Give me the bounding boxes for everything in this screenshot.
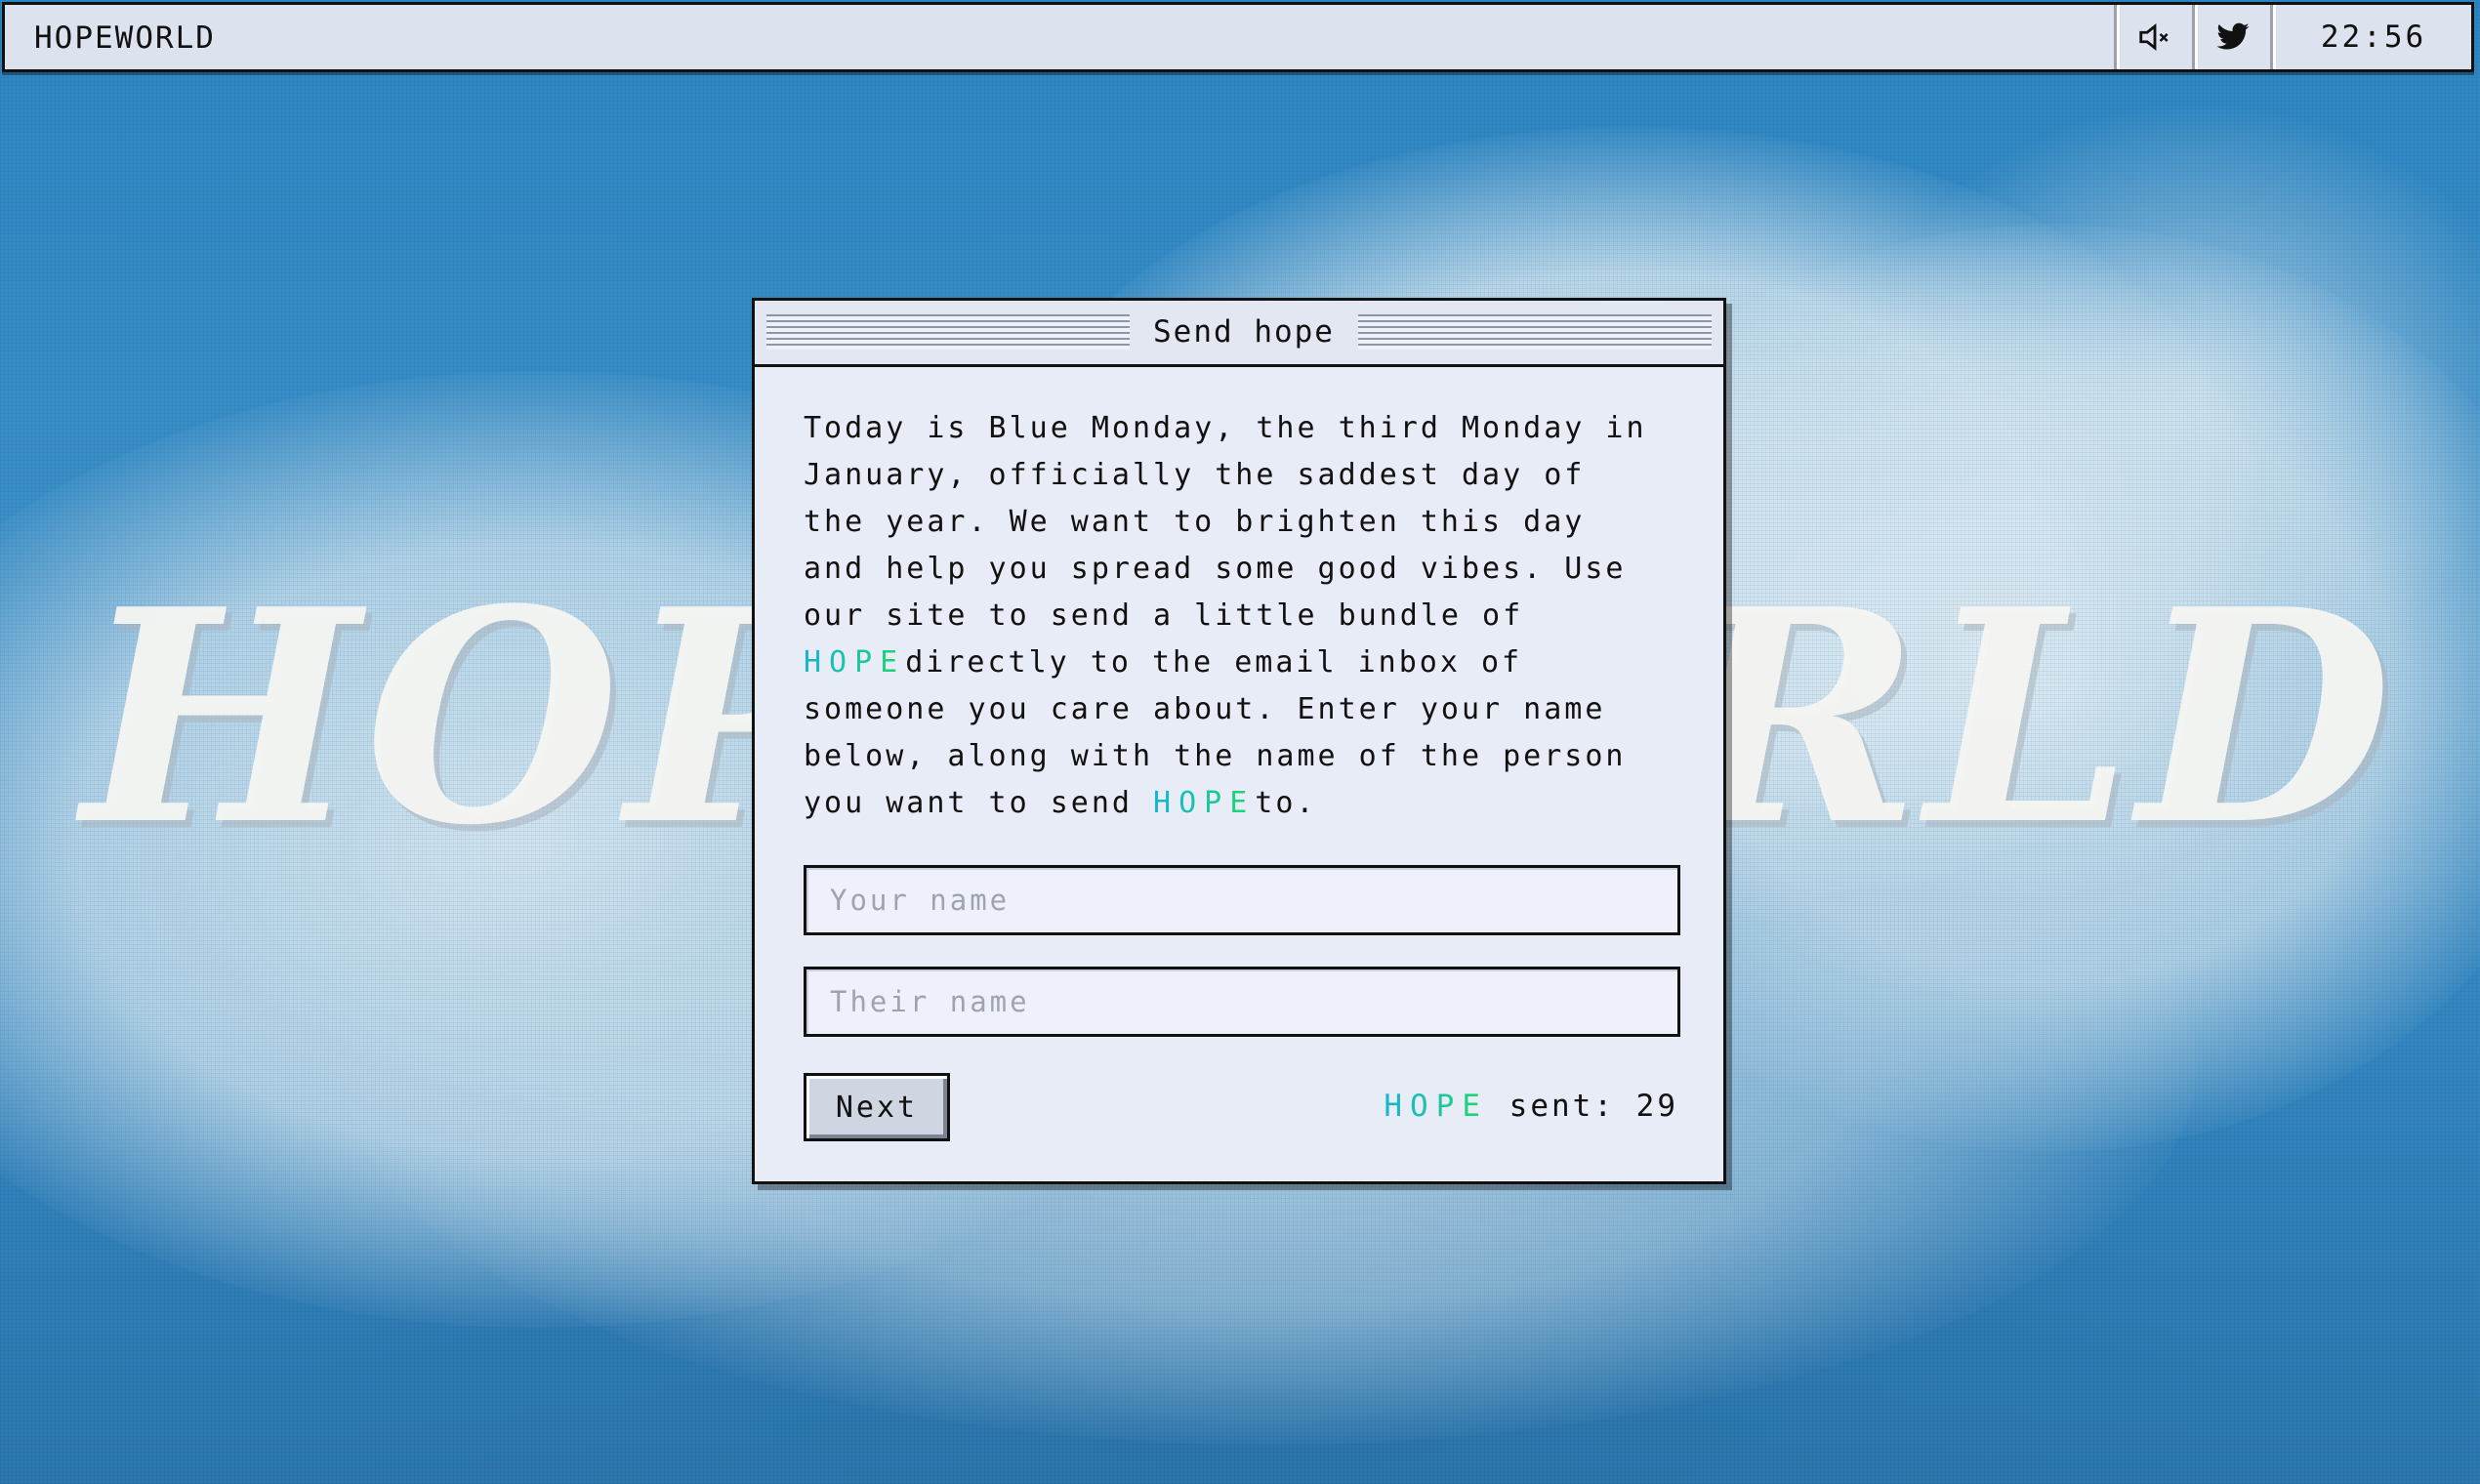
your-name-input[interactable]: [804, 865, 1680, 935]
app-title: HOPEWORLD: [34, 21, 216, 56]
twitter-link[interactable]: [2192, 5, 2271, 69]
next-button[interactable]: Next: [804, 1073, 950, 1141]
clock: 22:56: [2270, 5, 2474, 69]
hope-highlight: HOPE: [1153, 786, 1256, 820]
twitter-bird-icon: [2216, 22, 2250, 50]
send-hope-dialog: Send hope Today is Blue Monday, the thir…: [752, 298, 1726, 1184]
their-name-input[interactable]: [804, 967, 1680, 1037]
hope-highlight: HOPE: [804, 645, 906, 680]
menubar: HOPEWORLD 22:56: [2, 2, 2474, 72]
sent-count: 29: [1635, 1089, 1678, 1124]
mute-toggle[interactable]: [2114, 5, 2193, 69]
hope-highlight: HOPE: [1384, 1089, 1489, 1124]
titlebar-stripes: [766, 314, 1130, 350]
speaker-muted-icon: [2139, 22, 2169, 52]
description-part-1: Today is Blue Monday, the third Monday i…: [804, 411, 1647, 633]
dialog-title: Send hope: [1130, 301, 1358, 363]
description-part-3: to.: [1255, 786, 1317, 820]
titlebar-stripes: [1358, 314, 1712, 350]
dialog-titlebar[interactable]: Send hope: [755, 301, 1723, 367]
hope-sent-counter: HOPE sent: 29: [1384, 1076, 1678, 1136]
sent-label: sent:: [1488, 1089, 1636, 1124]
dialog-description: Today is Blue Monday, the third Monday i…: [804, 405, 1663, 827]
